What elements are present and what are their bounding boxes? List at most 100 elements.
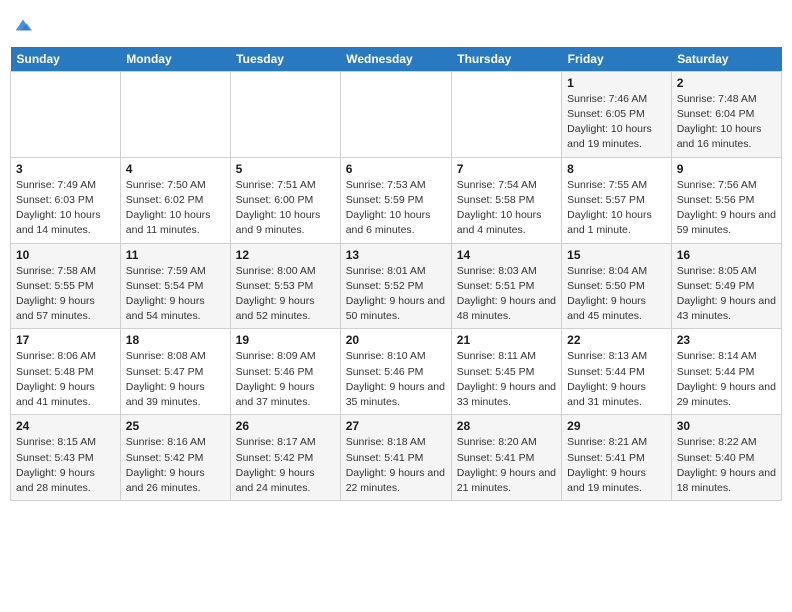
day-number: 12 (236, 248, 335, 262)
week-row-3: 17 Sunrise: 8:06 AM Sunset: 5:48 PM Dayli… (11, 329, 782, 415)
header-friday: Friday (562, 47, 672, 72)
calendar-cell: 13 Sunrise: 8:01 AM Sunset: 5:52 PM Dayli… (340, 243, 451, 329)
day-info: Sunrise: 7:56 AM Sunset: 5:56 PM Dayligh… (677, 178, 776, 239)
day-info: Sunrise: 8:20 AM Sunset: 5:41 PM Dayligh… (457, 435, 556, 496)
day-info: Sunrise: 8:21 AM Sunset: 5:41 PM Dayligh… (567, 435, 666, 496)
header-thursday: Thursday (451, 47, 561, 72)
header-monday: Monday (120, 47, 230, 72)
day-info: Sunrise: 8:05 AM Sunset: 5:49 PM Dayligh… (677, 264, 776, 325)
day-number: 5 (236, 162, 335, 176)
day-info: Sunrise: 8:09 AM Sunset: 5:46 PM Dayligh… (236, 349, 335, 410)
day-info: Sunrise: 8:03 AM Sunset: 5:51 PM Dayligh… (457, 264, 556, 325)
week-row-2: 10Sunrise: 7:58 AM Sunset: 5:55 PM Dayli… (11, 243, 782, 329)
day-info: Sunrise: 8:16 AM Sunset: 5:42 PM Dayligh… (126, 435, 225, 496)
calendar-cell: 30Sunrise: 8:22 AM Sunset: 5:40 PM Dayli… (671, 415, 781, 501)
page-header (10, 10, 782, 41)
day-number: 18 (126, 333, 225, 347)
calendar-cell: 23 Sunrise: 8:14 AM Sunset: 5:44 PM Dayli… (671, 329, 781, 415)
calendar-cell: 20 Sunrise: 8:10 AM Sunset: 5:46 PM Dayli… (340, 329, 451, 415)
day-number: 17 (16, 333, 115, 347)
day-info: Sunrise: 7:55 AM Sunset: 5:57 PM Dayligh… (567, 178, 666, 239)
day-number: 15 (567, 248, 666, 262)
day-number: 27 (346, 419, 446, 433)
day-info: Sunrise: 8:04 AM Sunset: 5:50 PM Dayligh… (567, 264, 666, 325)
day-info: Sunrise: 8:08 AM Sunset: 5:47 PM Dayligh… (126, 349, 225, 410)
calendar-table: SundayMondayTuesdayWednesdayThursdayFrid… (10, 47, 782, 501)
day-info: Sunrise: 7:54 AM Sunset: 5:58 PM Dayligh… (457, 178, 556, 239)
day-number: 6 (346, 162, 446, 176)
calendar-cell: 15 Sunrise: 8:04 AM Sunset: 5:50 PM Dayli… (562, 243, 672, 329)
day-info: Sunrise: 8:13 AM Sunset: 5:44 PM Dayligh… (567, 349, 666, 410)
week-row-0: 1 Sunrise: 7:46 AM Sunset: 6:05 PM Daylig… (11, 71, 782, 157)
day-info: Sunrise: 8:17 AM Sunset: 5:42 PM Dayligh… (236, 435, 335, 496)
calendar-cell: 6 Sunrise: 7:53 AM Sunset: 5:59 PM Daylig… (340, 157, 451, 243)
day-info: Sunrise: 7:59 AM Sunset: 5:54 PM Dayligh… (126, 264, 225, 325)
calendar-cell (451, 71, 561, 157)
calendar-cell: 2 Sunrise: 7:48 AM Sunset: 6:04 PM Daylig… (671, 71, 781, 157)
calendar-cell: 8 Sunrise: 7:55 AM Sunset: 5:57 PM Daylig… (562, 157, 672, 243)
day-number: 22 (567, 333, 666, 347)
day-number: 13 (346, 248, 446, 262)
day-number: 2 (677, 76, 776, 90)
day-number: 3 (16, 162, 115, 176)
calendar-cell: 26Sunrise: 8:17 AM Sunset: 5:42 PM Dayli… (230, 415, 340, 501)
header-saturday: Saturday (671, 47, 781, 72)
calendar-cell: 28 Sunrise: 8:20 AM Sunset: 5:41 PM Dayli… (451, 415, 561, 501)
day-number: 9 (677, 162, 776, 176)
calendar-cell: 11 Sunrise: 7:59 AM Sunset: 5:54 PM Dayli… (120, 243, 230, 329)
calendar-cell: 9 Sunrise: 7:56 AM Sunset: 5:56 PM Daylig… (671, 157, 781, 243)
day-info: Sunrise: 7:50 AM Sunset: 6:02 PM Dayligh… (126, 178, 225, 239)
calendar-cell (120, 71, 230, 157)
day-number: 14 (457, 248, 556, 262)
day-number: 23 (677, 333, 776, 347)
calendar-cell (340, 71, 451, 157)
header-sunday: Sunday (11, 47, 121, 72)
calendar-cell: 14 Sunrise: 8:03 AM Sunset: 5:51 PM Dayli… (451, 243, 561, 329)
day-number: 4 (126, 162, 225, 176)
calendar-cell: 19 Sunrise: 8:09 AM Sunset: 5:46 PM Dayli… (230, 329, 340, 415)
day-info: Sunrise: 7:51 AM Sunset: 6:00 PM Dayligh… (236, 178, 335, 239)
logo-icon (12, 14, 34, 36)
day-number: 8 (567, 162, 666, 176)
day-number: 19 (236, 333, 335, 347)
calendar-cell: 3Sunrise: 7:49 AM Sunset: 6:03 PM Daylig… (11, 157, 121, 243)
logo-text (10, 14, 34, 41)
day-number: 20 (346, 333, 446, 347)
logo (10, 14, 34, 41)
calendar-cell: 16 Sunrise: 8:05 AM Sunset: 5:49 PM Dayli… (671, 243, 781, 329)
day-number: 28 (457, 419, 556, 433)
day-info: Sunrise: 7:48 AM Sunset: 6:04 PM Dayligh… (677, 92, 776, 153)
week-row-1: 3Sunrise: 7:49 AM Sunset: 6:03 PM Daylig… (11, 157, 782, 243)
header-wednesday: Wednesday (340, 47, 451, 72)
calendar-cell: 4 Sunrise: 7:50 AM Sunset: 6:02 PM Daylig… (120, 157, 230, 243)
day-info: Sunrise: 8:15 AM Sunset: 5:43 PM Dayligh… (16, 435, 115, 496)
calendar-cell: 5 Sunrise: 7:51 AM Sunset: 6:00 PM Daylig… (230, 157, 340, 243)
day-info: Sunrise: 8:01 AM Sunset: 5:52 PM Dayligh… (346, 264, 446, 325)
day-number: 16 (677, 248, 776, 262)
day-number: 7 (457, 162, 556, 176)
day-number: 1 (567, 76, 666, 90)
day-info: Sunrise: 7:46 AM Sunset: 6:05 PM Dayligh… (567, 92, 666, 153)
calendar-cell: 17 Sunrise: 8:06 AM Sunset: 5:48 PM Dayli… (11, 329, 121, 415)
day-info: Sunrise: 8:10 AM Sunset: 5:46 PM Dayligh… (346, 349, 446, 410)
calendar-cell (11, 71, 121, 157)
calendar-cell: 12Sunrise: 8:00 AM Sunset: 5:53 PM Dayli… (230, 243, 340, 329)
calendar-cell: 29 Sunrise: 8:21 AM Sunset: 5:41 PM Dayli… (562, 415, 672, 501)
calendar-cell: 22 Sunrise: 8:13 AM Sunset: 5:44 PM Dayli… (562, 329, 672, 415)
calendar-cell: 1 Sunrise: 7:46 AM Sunset: 6:05 PM Daylig… (562, 71, 672, 157)
day-number: 24 (16, 419, 115, 433)
calendar-cell: 21 Sunrise: 8:11 AM Sunset: 5:45 PM Dayli… (451, 329, 561, 415)
day-info: Sunrise: 7:53 AM Sunset: 5:59 PM Dayligh… (346, 178, 446, 239)
day-number: 29 (567, 419, 666, 433)
calendar-cell: 10Sunrise: 7:58 AM Sunset: 5:55 PM Dayli… (11, 243, 121, 329)
day-info: Sunrise: 8:14 AM Sunset: 5:44 PM Dayligh… (677, 349, 776, 410)
day-info: Sunrise: 7:58 AM Sunset: 5:55 PM Dayligh… (16, 264, 115, 325)
day-number: 11 (126, 248, 225, 262)
day-number: 21 (457, 333, 556, 347)
day-info: Sunrise: 8:18 AM Sunset: 5:41 PM Dayligh… (346, 435, 446, 496)
day-info: Sunrise: 8:22 AM Sunset: 5:40 PM Dayligh… (677, 435, 776, 496)
day-info: Sunrise: 8:11 AM Sunset: 5:45 PM Dayligh… (457, 349, 556, 410)
day-info: Sunrise: 8:06 AM Sunset: 5:48 PM Dayligh… (16, 349, 115, 410)
day-number: 25 (126, 419, 225, 433)
calendar-cell: 27 Sunrise: 8:18 AM Sunset: 5:41 PM Dayli… (340, 415, 451, 501)
